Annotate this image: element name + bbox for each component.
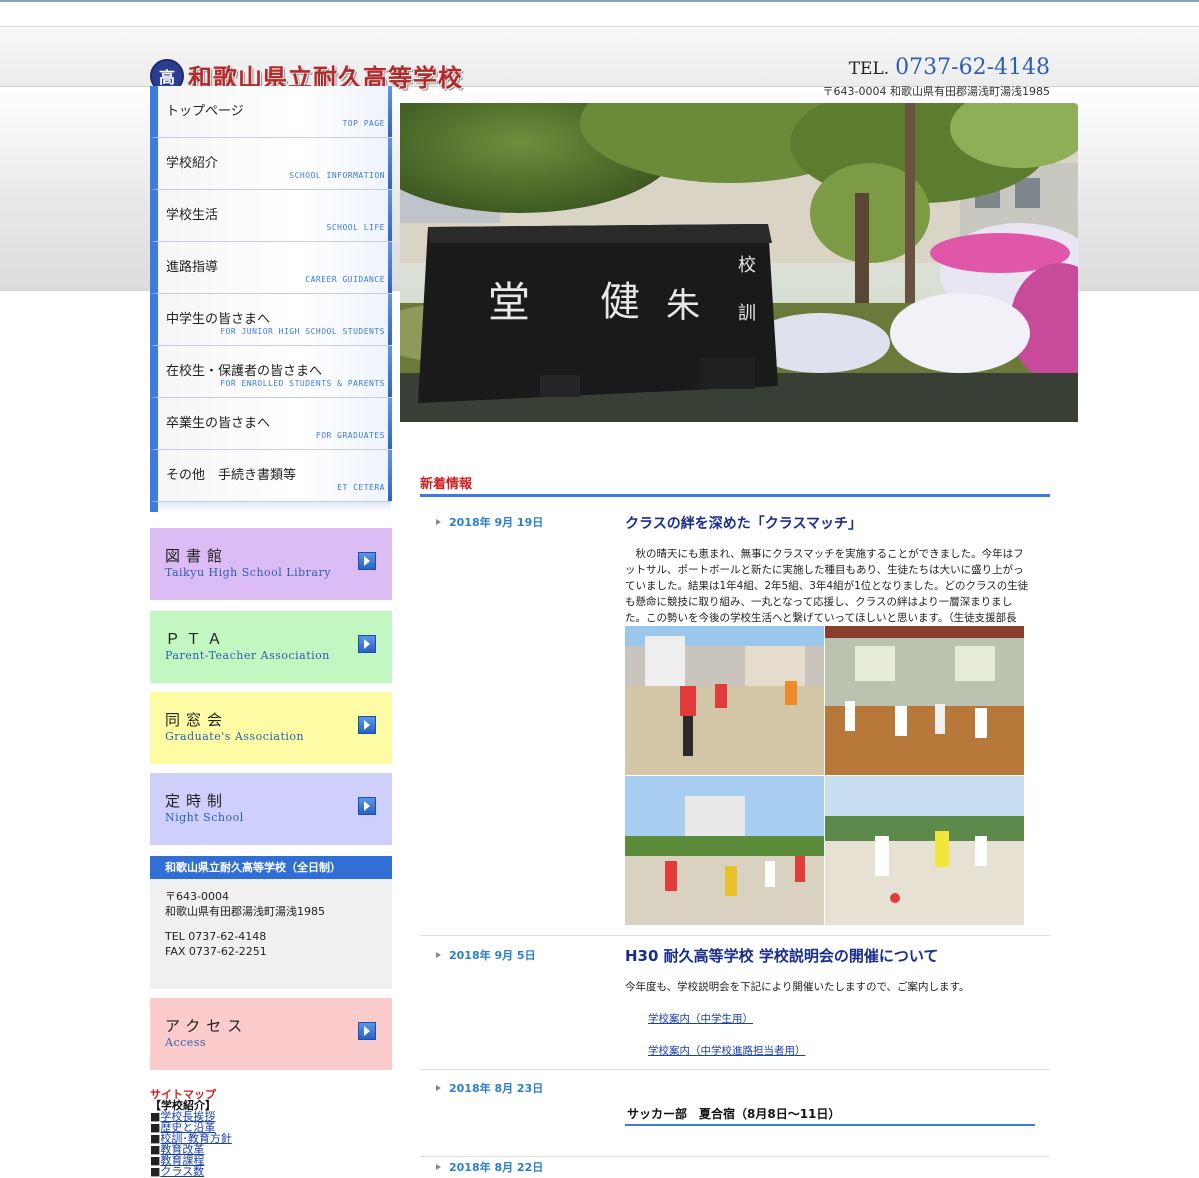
news-heading-label: 新着情報	[420, 477, 473, 492]
brochure-link-junior-high[interactable]: 学校案内（中学生用）	[648, 1011, 753, 1026]
arrow-right-icon	[358, 1022, 376, 1040]
info-tel: TEL 0737-62-4148	[165, 930, 267, 943]
nav-item-career-guidance[interactable]: 進路指導 CAREER GUIDANCE	[150, 242, 392, 294]
photo-grid	[625, 626, 1025, 926]
sitemap-link-classes[interactable]: クラス数	[160, 1165, 204, 1178]
banner-title: 同窓会	[165, 711, 229, 729]
nav-item-top-page[interactable]: トップページ TOP PAGE	[150, 86, 392, 138]
photo-futsal[interactable]	[825, 776, 1024, 925]
hero-image: 校 健 朱 訓 堂	[400, 103, 1078, 422]
banner-subtitle: Parent-Teacher Association	[165, 649, 330, 662]
nav-sublabel: FOR ENROLLED STUDENTS & PARENTS	[220, 379, 385, 388]
site-header: 高 和歌山県立耐久高等学校 TEL. 0737-62-4148 〒643-0004…	[0, 26, 1199, 98]
banner-subtitle: Graduate's Association	[165, 730, 305, 743]
nav-label: その他 手続き書類等	[166, 468, 297, 483]
nav-sublabel: FOR GRADUATES	[315, 431, 385, 440]
nav-sublabel: FOR JUNIOR HIGH SCHOOL STUDENTS	[220, 327, 385, 336]
monument-char: 訓	[738, 303, 756, 324]
news-title[interactable]: サッカー部 夏合宿（8月8日～11日）	[627, 1105, 840, 1122]
news-date: 2018年 9月 19日	[436, 514, 543, 530]
arrow-right-icon	[358, 716, 376, 734]
nav-label: 卒業生の皆さまへ	[166, 416, 271, 431]
info-address: 和歌山県有田郡湯浅町湯浅1985	[165, 905, 325, 918]
monument-char: 校	[738, 255, 756, 276]
entry-divider	[420, 1069, 1050, 1070]
news-body: 今年度も、学校説明会を下記により開催いたしますので、ご案内します。	[625, 981, 970, 993]
news-heading: 新着情報	[420, 473, 1050, 497]
nav-sublabel: ET CETERA	[337, 483, 385, 492]
photo-outdoor-handball[interactable]	[625, 626, 824, 775]
monument-char: 堂	[488, 278, 530, 327]
photo-gym-dodgeball[interactable]	[825, 626, 1024, 775]
nav-sublabel: TOP PAGE	[342, 119, 385, 128]
nav-item-school-information[interactable]: 学校紹介 SCHOOL INFORMATION	[150, 138, 392, 190]
nav-sublabel: SCHOOL INFORMATION	[289, 171, 385, 180]
sitemap: サイトマップ 【学校紹介】 ■学校長挨拶 ■歴史と沿革 ■校訓･教育方針 ■教育…	[150, 1089, 232, 1177]
nav-item-school-life[interactable]: 学校生活 SCHOOL LIFE	[150, 190, 392, 242]
news-date: 2018年 8月 23日	[436, 1080, 543, 1096]
monument-char: 健	[600, 279, 640, 325]
library-banner[interactable]: 図書館 Taikyu High School Library	[150, 528, 392, 600]
nav-label: 学校生活	[166, 208, 219, 223]
nav-item-enrolled-students-parents[interactable]: 在校生・保護者の皆さまへ FOR ENROLLED STUDENTS & PAR…	[150, 346, 392, 398]
contact-block: TEL. 0737-62-4148 〒643-0004 和歌山県有田郡湯浅町湯浅1…	[823, 55, 1050, 99]
info-postal: 〒643-0004	[165, 890, 229, 903]
nav-item-graduates[interactable]: 卒業生の皆さまへ FOR GRADUATES	[150, 398, 392, 450]
access-banner[interactable]: アクセス Access	[150, 998, 392, 1070]
sitemap-item: ■クラス数	[150, 1165, 205, 1178]
monument-char: 朱	[666, 286, 700, 326]
tel-label: TEL.	[848, 59, 890, 79]
entry-divider	[420, 1156, 1050, 1157]
banner-subtitle: Access	[165, 1036, 207, 1049]
nav-label: 在校生・保護者の皆さまへ	[166, 364, 323, 379]
nav-label: 中学生の皆さまへ	[166, 312, 271, 327]
tel-line: TEL. 0737-62-4148	[823, 55, 1050, 80]
main-nav: トップページ TOP PAGE 学校紹介 SCHOOL INFORMATION …	[150, 86, 392, 512]
nav-item-et-cetera[interactable]: その他 手続き書類等 ET CETERA	[150, 450, 392, 502]
entry-divider	[420, 935, 1050, 936]
arrow-right-icon	[358, 552, 376, 570]
banner-title: ＰＴＡ	[165, 630, 229, 648]
photo-field-portball[interactable]	[625, 776, 824, 925]
banner-subtitle: Night School	[165, 811, 244, 824]
banner-subtitle: Taikyu High School Library	[165, 566, 331, 579]
nav-item-junior-high-students[interactable]: 中学生の皆さまへ FOR JUNIOR HIGH SCHOOL STUDENTS	[150, 294, 392, 346]
school-info-box: 和歌山県立耐久高等学校（全日制） 〒643-0004 和歌山県有田郡湯浅町湯浅1…	[150, 856, 392, 989]
night-school-banner[interactable]: 定時制 Night School	[150, 773, 392, 845]
tel-number: 0737-62-4148	[895, 55, 1050, 80]
banner-title: 定時制	[165, 792, 229, 810]
news-title[interactable]: H30 耐久高等学校 学校説明会の開催について	[625, 945, 938, 966]
info-box-title: 和歌山県立耐久高等学校（全日制）	[150, 856, 392, 879]
alumni-association-banner[interactable]: 同窓会 Graduate's Association	[150, 692, 392, 764]
top-accent-line	[0, 0, 1199, 2]
header-address: 〒643-0004 和歌山県有田郡湯浅町湯浅1985	[822, 85, 1050, 98]
info-box-body: 〒643-0004 和歌山県有田郡湯浅町湯浅1985 TEL 0737-62-4…	[150, 879, 392, 989]
arrow-right-icon	[358, 797, 376, 815]
nav-sublabel: CAREER GUIDANCE	[305, 275, 385, 284]
info-fax: FAX 0737-62-2251	[165, 945, 267, 958]
brochure-link-career-teachers[interactable]: 学校案内（中学校進路担当者用）	[648, 1043, 806, 1058]
nav-footer-strip	[150, 502, 391, 512]
nav-sublabel: SCHOOL LIFE	[326, 223, 385, 232]
news-title[interactable]: クラスの絆を深めた「クラスマッチ」	[625, 513, 862, 533]
banner-title: アクセス	[165, 1017, 249, 1035]
nav-label: 学校紹介	[166, 156, 219, 171]
arrow-right-icon	[358, 635, 376, 653]
title-underline	[625, 1124, 1035, 1126]
news-date: 2018年 9月 5日	[436, 947, 536, 963]
banner-title: 図書館	[165, 547, 229, 565]
nav-label: 進路指導	[166, 260, 219, 275]
news-date: 2018年 8月 22日	[436, 1159, 543, 1175]
nav-label: トップページ	[166, 104, 244, 119]
pta-banner[interactable]: ＰＴＡ Parent-Teacher Association	[150, 611, 392, 683]
